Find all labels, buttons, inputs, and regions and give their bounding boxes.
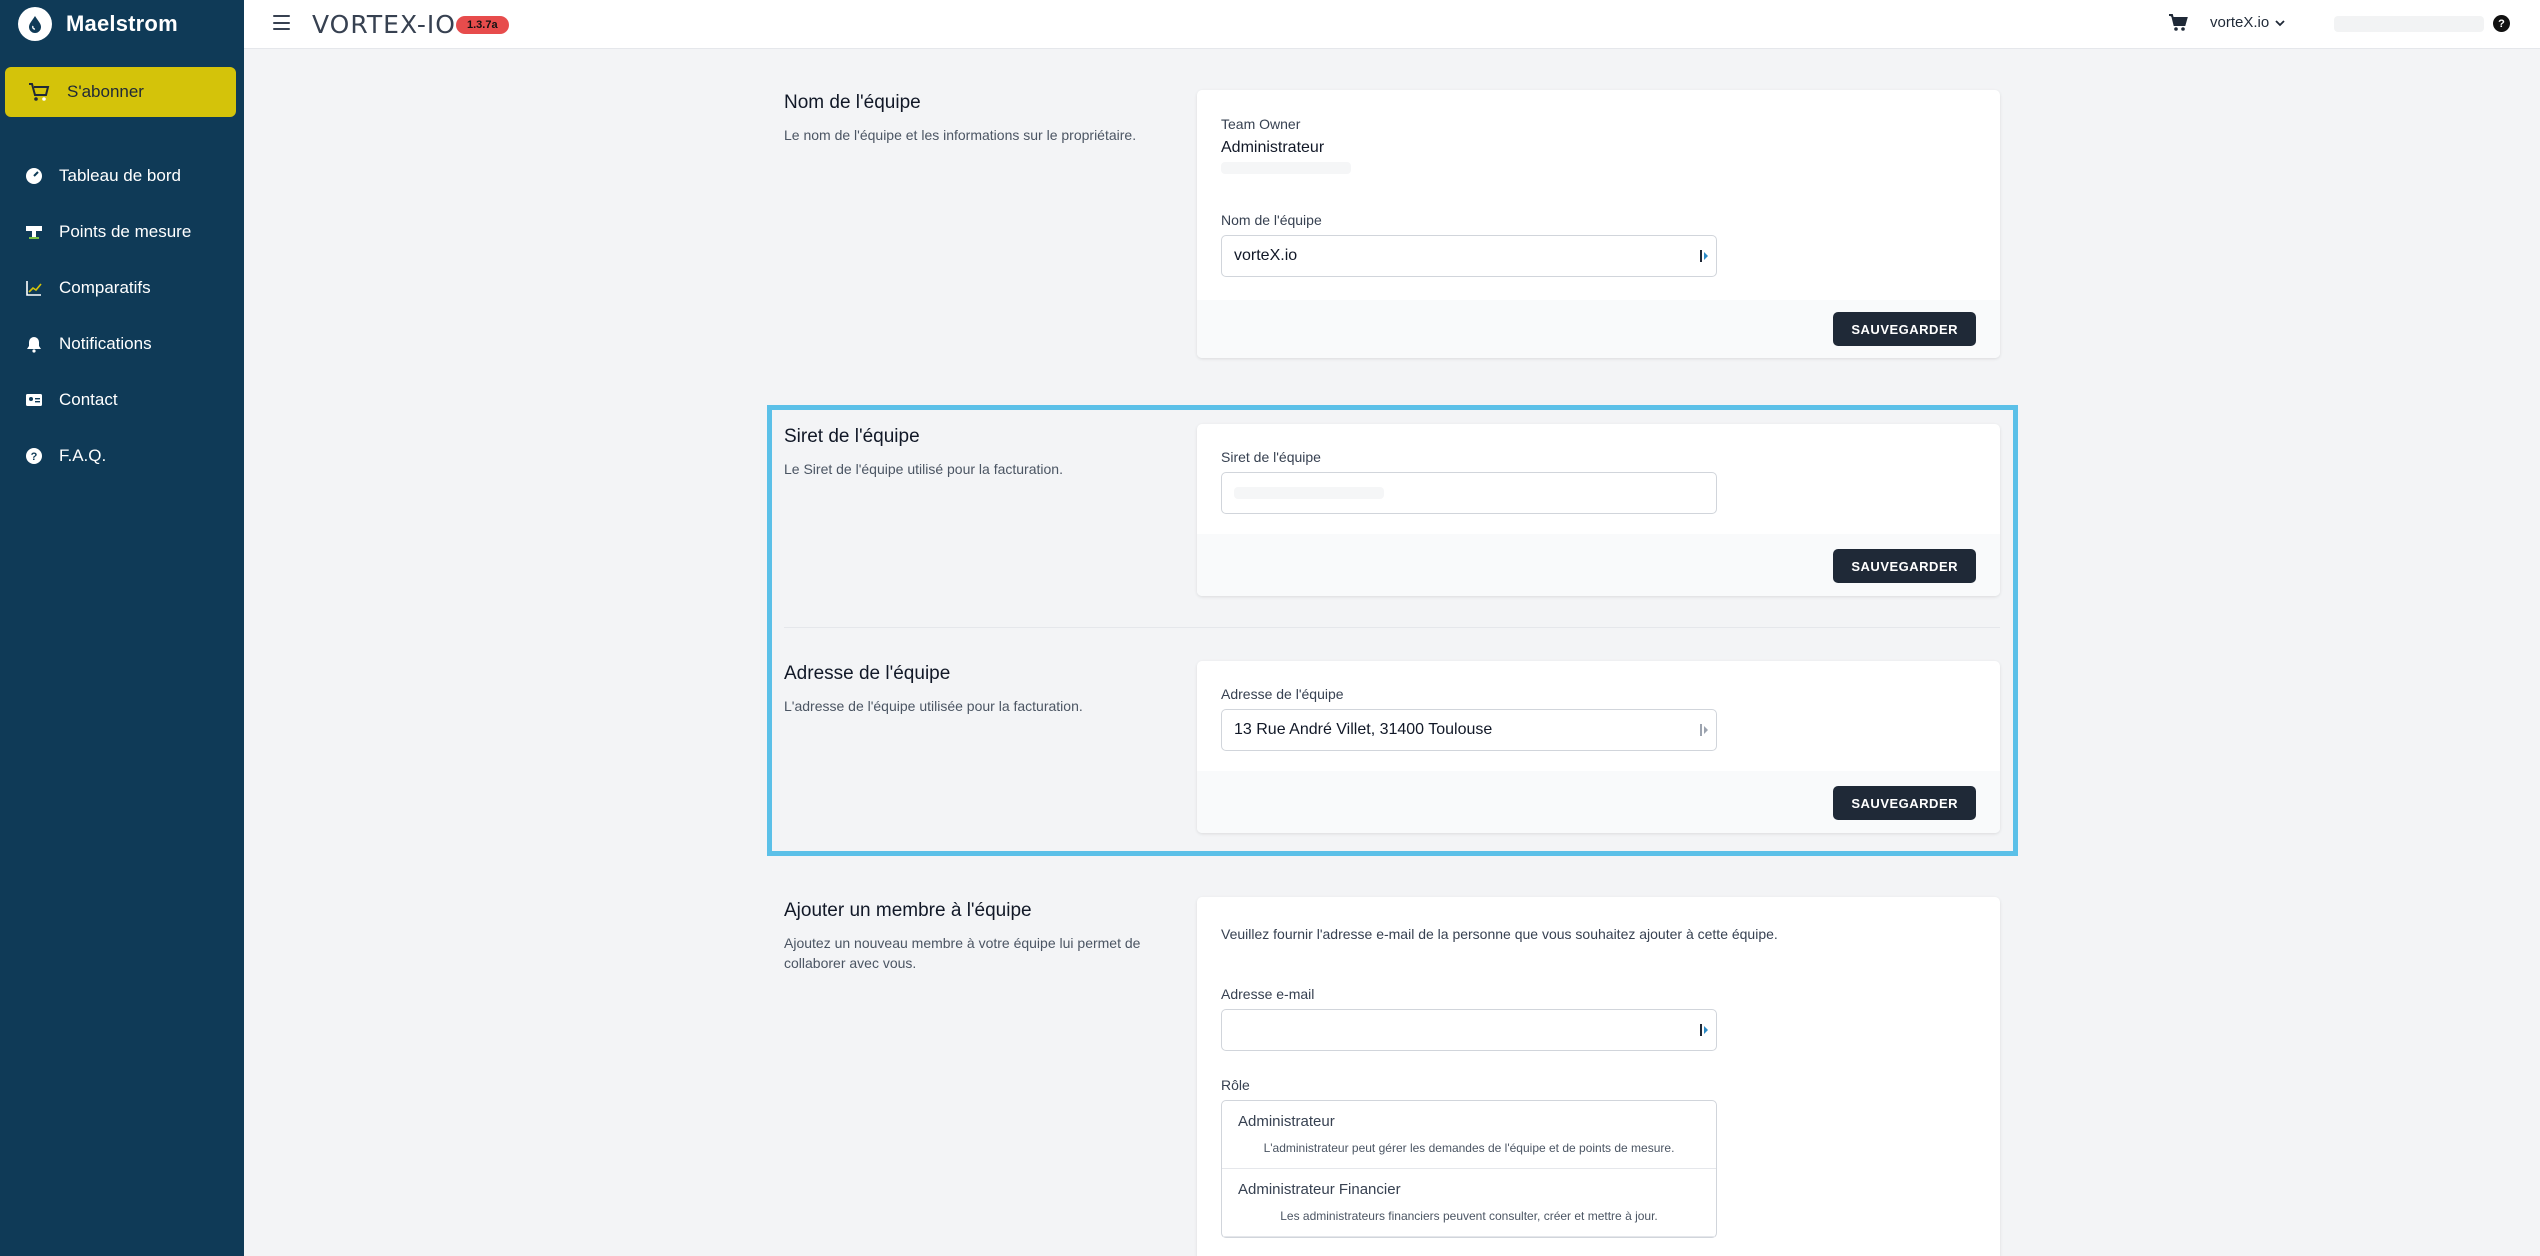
sidebar-item-label: F.A.Q.	[59, 446, 107, 465]
add-member-card: Veuillez fournir l'adresse e-mail de la …	[1197, 897, 2000, 1256]
brand[interactable]: Maelstrom	[0, 0, 244, 48]
role-name: Administrateur	[1238, 1113, 1335, 1130]
card-footer: SAUVEGARDER	[1197, 300, 2000, 358]
email-input[interactable]	[1221, 1009, 1717, 1051]
team-switcher[interactable]: vorteX.io	[2210, 14, 2285, 31]
menu-toggle-icon[interactable]	[273, 15, 290, 30]
sidebar-item-label: Notifications	[59, 334, 152, 353]
role-option-finance-admin[interactable]: Administrateur Financier Les administrat…	[1222, 1169, 1716, 1237]
section-description: Le nom de l'équipe et les informations s…	[784, 127, 1137, 143]
team-name-card: Team Owner Administrateur Nom de l'équip…	[1197, 90, 2000, 358]
question-icon: ?	[26, 448, 42, 464]
role-list: Administrateur L'administrateur peut gér…	[1221, 1100, 1717, 1238]
brand-name: Maelstrom	[66, 11, 178, 36]
role-name: Administrateur Financier	[1238, 1181, 1401, 1198]
cart-icon[interactable]	[2168, 13, 2188, 33]
sidebar-item-notifications[interactable]: Notifications	[0, 316, 244, 372]
siret-card: Siret de l'équipe SAUVEGARDER	[1197, 424, 2000, 596]
role-description: L'administrateur peut gérer les demandes…	[1263, 1141, 1675, 1155]
siret-label: Siret de l'équipe	[1221, 449, 1321, 465]
address-section-info: Adresse de l'équipe L'adresse de l'équip…	[784, 663, 1164, 716]
sidebar-item-comparisons[interactable]: Comparatifs	[0, 260, 244, 316]
role-description: Les administrateurs financiers peuvent c…	[1280, 1209, 1658, 1223]
dashboard-icon	[26, 168, 42, 184]
subscribe-button[interactable]: S'abonner	[5, 67, 236, 117]
team-name-input[interactable]: vorteX.io	[1221, 235, 1717, 277]
section-description: Le Siret de l'équipe utilisé pour la fac…	[784, 461, 1063, 477]
password-manager-icon[interactable]	[1698, 1022, 1710, 1038]
sidebar-item-faq[interactable]: ? F.A.Q.	[0, 428, 244, 484]
save-siret-button[interactable]: SAUVEGARDER	[1833, 549, 1976, 583]
cart-plus-icon	[29, 83, 50, 101]
chevron-down-icon	[2275, 19, 2285, 26]
sidebar-item-label: Points de mesure	[59, 222, 192, 241]
role-label: Rôle	[1221, 1077, 1250, 1093]
password-manager-icon[interactable]	[1698, 248, 1710, 264]
team-switcher-label: vorteX.io	[2210, 14, 2270, 31]
subscribe-label: S'abonner	[67, 82, 144, 101]
email-label: Adresse e-mail	[1221, 986, 1315, 1002]
team-name-section-info: Nom de l'équipe Le nom de l'équipe et le…	[784, 92, 1164, 145]
password-manager-icon[interactable]	[1698, 722, 1710, 738]
top-bar: VORTEX-IO 1.3.7a vorteX.io ?	[244, 0, 2540, 49]
user-menu[interactable]	[2334, 16, 2484, 32]
sidebar-item-dashboard[interactable]: Tableau de bord	[0, 148, 244, 204]
save-address-button[interactable]: SAUVEGARDER	[1833, 786, 1976, 820]
section-title: Nom de l'équipe	[784, 92, 921, 113]
siret-input[interactable]	[1221, 472, 1717, 514]
section-description: Ajoutez un nouveau membre à votre équipe…	[784, 935, 1141, 971]
drop-logo-icon	[18, 7, 52, 41]
section-divider	[784, 627, 2000, 628]
bell-icon	[27, 337, 41, 353]
sidebar-item-label: Contact	[59, 390, 118, 409]
add-member-section-info: Ajouter un membre à l'équipe Ajoutez un …	[784, 900, 1164, 973]
address-input-value: 13 Rue André Villet, 31400 Toulouse	[1234, 721, 1493, 738]
siret-value-redacted	[1234, 487, 1384, 499]
section-description: L'adresse de l'équipe utilisée pour la f…	[784, 698, 1083, 714]
chart-icon	[26, 281, 42, 296]
card-footer: SAUVEGARDER	[1197, 771, 2000, 833]
section-title: Ajouter un membre à l'équipe	[784, 900, 1032, 921]
station-icon	[26, 226, 42, 239]
contact-card-icon	[26, 394, 42, 406]
sidebar-item-measurement-points[interactable]: Points de mesure	[0, 204, 244, 260]
address-input[interactable]: 13 Rue André Villet, 31400 Toulouse	[1221, 709, 1717, 751]
role-option-admin[interactable]: Administrateur L'administrateur peut gér…	[1222, 1101, 1716, 1169]
team-name-label: Nom de l'équipe	[1221, 212, 1322, 228]
address-card: Adresse de l'équipe 13 Rue André Villet,…	[1197, 661, 2000, 833]
sidebar-item-label: Comparatifs	[59, 278, 151, 297]
save-team-name-button[interactable]: SAUVEGARDER	[1833, 312, 1976, 346]
section-title: Adresse de l'équipe	[784, 663, 951, 684]
address-label: Adresse de l'équipe	[1221, 686, 1344, 702]
card-footer: SAUVEGARDER	[1197, 534, 2000, 596]
vortex-logo[interactable]: VORTEX-IO	[312, 6, 456, 42]
sidebar-item-label: Tableau de bord	[59, 166, 181, 185]
team-name-input-value: vorteX.io	[1234, 247, 1298, 264]
add-member-intro: Veuillez fournir l'adresse e-mail de la …	[1221, 926, 1778, 942]
owner-name: Administrateur	[1221, 139, 1325, 156]
help-icon[interactable]: ?	[2493, 15, 2510, 32]
owner-label: Team Owner	[1221, 116, 1301, 132]
svg-text:?: ?	[31, 451, 38, 463]
siret-section-info: Siret de l'équipe Le Siret de l'équipe u…	[784, 426, 1164, 479]
version-badge: 1.3.7a	[456, 16, 509, 34]
section-title: Siret de l'équipe	[784, 426, 920, 447]
sidebar: Maelstrom S'abonner Tableau de bord Poin…	[0, 0, 244, 1256]
owner-email-redacted	[1221, 162, 1351, 174]
sidebar-nav: Tableau de bord Points de mesure Compara…	[0, 148, 244, 484]
sidebar-item-contact[interactable]: Contact	[0, 372, 244, 428]
